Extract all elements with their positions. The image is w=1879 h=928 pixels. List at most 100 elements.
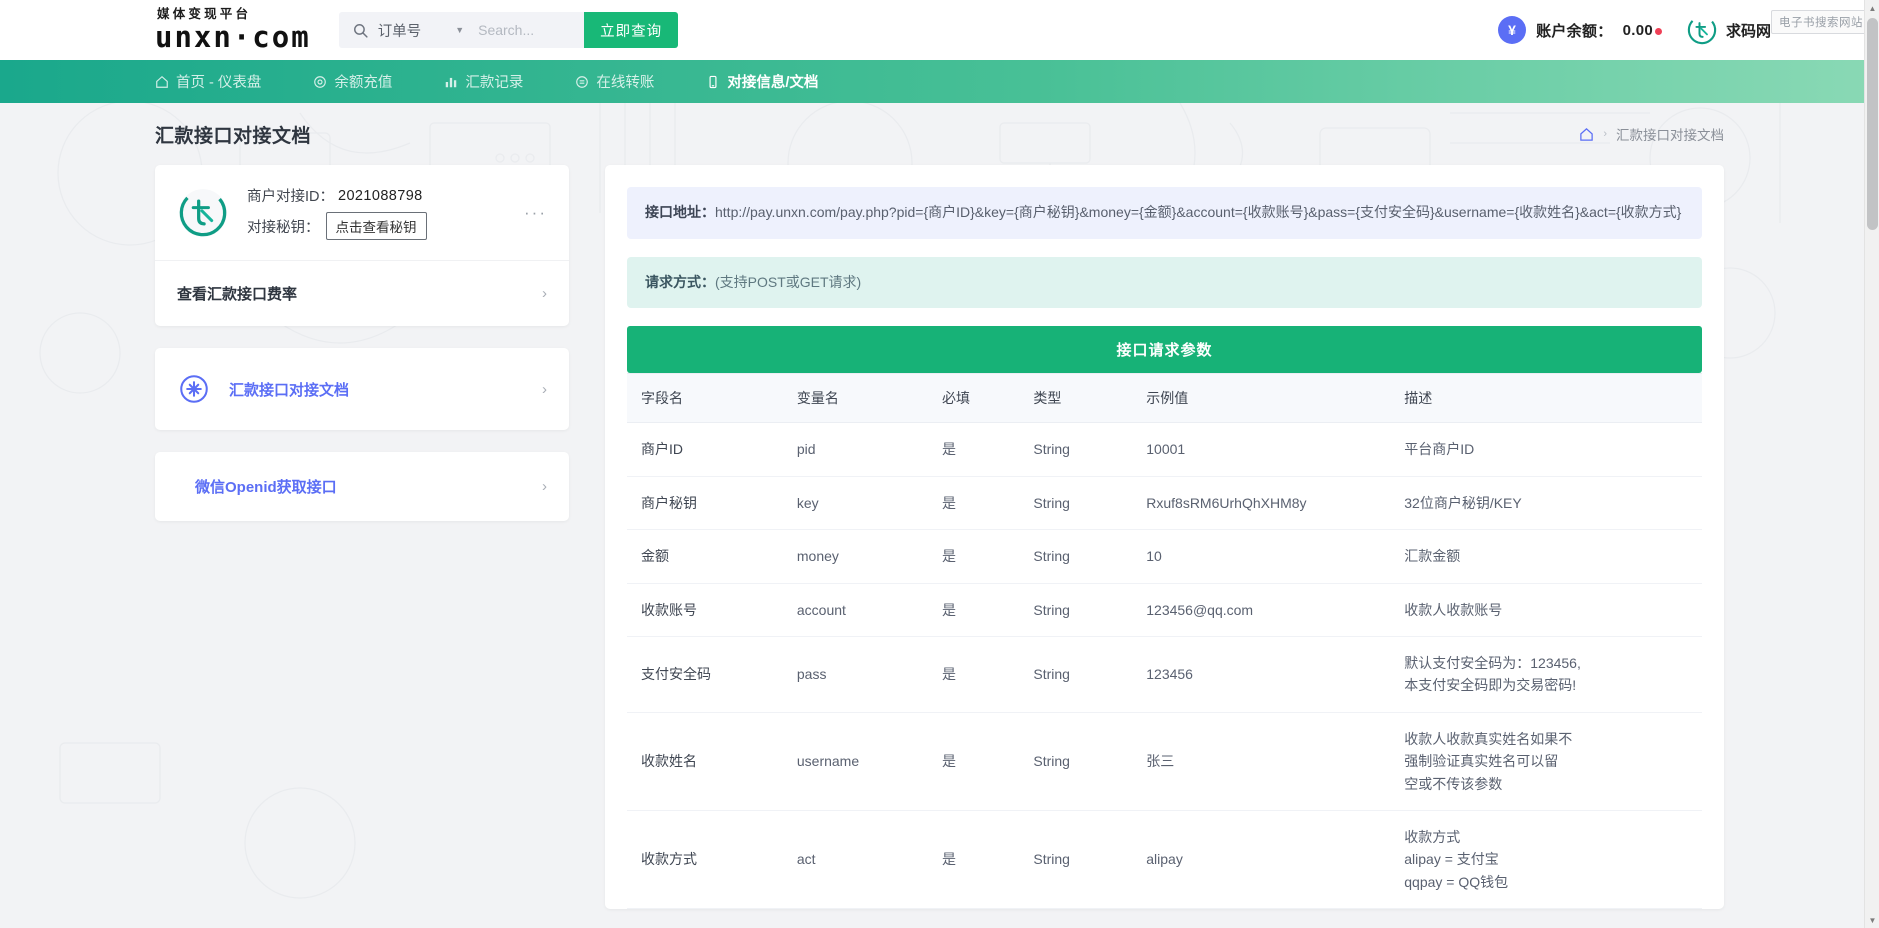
yen-icon: ¥ [1498,16,1527,44]
link-left-group: 微信Openid获取接口 [177,476,337,497]
params-table: 字段名 变量名 必填 类型 示例值 描述 商户ID pid 是 String 1… [627,373,1702,910]
api-url-value: http://pay.unxn.com/pay.php?pid={商户ID}&k… [715,204,1682,220]
link-row-openid[interactable]: 微信Openid获取接口 › [155,452,569,521]
browser-tooltip: 电子书搜索网站 [1771,10,1871,34]
cell-variable: pid [782,422,928,477]
search-type-select[interactable]: 订单号 ▼ [378,12,476,48]
search-input[interactable] [476,12,585,48]
doc-icon [706,75,720,89]
cell-example: 123456 [1132,636,1391,713]
cell-description: 汇款金额 [1390,529,1702,584]
breadcrumb-separator: › [1603,128,1607,140]
nav-item-dashboard[interactable]: 首页 - 仪表盘 [155,71,287,92]
nav-label: 首页 - 仪表盘 [176,75,262,91]
view-rate-label: 查看汇款接口费率 [177,286,298,303]
wallet-icon [313,75,327,89]
top-header: 媒体变现平台 unxn·com 订单号 ▼ 立即查询 ¥ 账户余额： 0.00 [0,0,1879,60]
nav-item-recharge[interactable]: 余额充值 [313,71,418,92]
cell-field: 支付安全码 [627,636,783,713]
page-scrollbar[interactable]: ▲ ▼ [1864,0,1879,928]
cell-description: 收款人收款真实姓名如果不 强制验证真实姓名可以留 空或不传该参数 [1390,712,1702,811]
sidebar-column: 商户对接ID： 2021088798 对接秘钥： 点击查看秘钥 ··· 查看汇款… [155,165,569,543]
table-row: 收款账号 account 是 String 123456@qq.com 收款人收… [627,583,1702,637]
cell-variable: pass [782,636,928,713]
merchant-key-label: 对接秘钥： [247,219,320,236]
api-url-box: 接口地址：http://pay.unxn.com/pay.php?pid={商户… [627,187,1702,239]
merchant-id-row: 商户对接ID： 2021088798 [247,185,524,206]
ellipsis-icon[interactable]: ··· [524,203,547,223]
cell-field: 商户ID [627,422,783,477]
header-right-group: ¥ 账户余额： 0.00 求码网 [1498,0,1771,60]
cell-example: alipay [1132,810,1391,910]
balance-value: 0.00 [1622,21,1653,39]
merchant-card: 商户对接ID： 2021088798 对接秘钥： 点击查看秘钥 ··· 查看汇款… [155,165,569,326]
table-row: 商户秘钥 key 是 String Rxuf8sRM6UrhQhXHM8y 32… [627,476,1702,531]
th-description: 描述 [1390,373,1702,424]
cell-variable: act [782,810,928,910]
chart-icon [444,75,458,89]
merchant-logo-icon [177,187,229,239]
request-method-box: 请求方式：(支持POST或GET请求) [627,256,1702,309]
site-info[interactable]: 求码网 [1687,15,1771,45]
view-key-button[interactable]: 点击查看秘钥 [325,212,427,240]
chevron-down-icon: ▼ [455,25,465,35]
openid-link-card[interactable]: 微信Openid获取接口 › [155,452,569,521]
table-body: 商户ID pid 是 String 10001 平台商户ID 商户秘钥 key [627,422,1702,910]
table-row: 金额 money 是 String 10 汇款金额 [627,529,1702,584]
cell-description: 平台商户ID [1390,422,1702,477]
notification-dot-icon [1654,28,1662,35]
view-rate-row[interactable]: 查看汇款接口费率 › [155,261,569,326]
brand-logo[interactable]: 媒体变现平台 unxn·com [155,8,311,52]
cell-description: 收款人收款账号 [1390,583,1702,637]
th-type: 类型 [1019,373,1133,424]
account-balance[interactable]: ¥ 账户余额： 0.00 [1498,16,1662,44]
cell-type: String [1019,810,1133,910]
cell-variable: account [782,583,928,637]
link-label-openid: 微信Openid获取接口 [195,479,337,496]
search-icon [339,22,378,39]
th-required: 必填 [928,373,1020,424]
doc-link-card[interactable]: 汇款接口对接文档 › [155,348,569,430]
search-submit-button[interactable]: 立即查询 [584,12,679,48]
table-row: 商户ID pid 是 String 10001 平台商户ID [627,422,1702,477]
scrollbar-thumb[interactable] [1867,18,1878,230]
brand-title: unxn·com [155,19,311,54]
link-label-doc: 汇款接口对接文档 [229,381,350,399]
page-title: 汇款接口对接文档 [155,125,312,147]
page-body: 汇款接口对接文档 › 汇款接口对接文档 商户对接ID： 2021088798 对… [0,103,1879,928]
cell-required: 是 [928,422,1020,477]
scroll-up-arrow-icon[interactable]: ▲ [1865,0,1879,16]
brand-subtitle: 媒体变现平台 [157,7,252,22]
nav-label: 余额充值 [334,75,393,91]
link-row-doc[interactable]: 汇款接口对接文档 › [155,348,569,430]
cell-required: 是 [928,712,1020,811]
cell-example: 张三 [1132,712,1391,811]
chevron-right-icon: › [542,285,547,302]
nav-item-docs[interactable]: 对接信息/文档 [706,71,844,92]
cell-variable: username [782,712,928,811]
merchant-info-block: 商户对接ID： 2021088798 对接秘钥： 点击查看秘钥 ··· [155,165,569,261]
th-field: 字段名 [627,373,783,424]
cell-type: String [1019,476,1133,531]
app-root: 媒体变现平台 unxn·com 订单号 ▼ 立即查询 ¥ 账户余额： 0.00 [0,0,1879,928]
cell-variable: key [782,476,928,531]
section-title-bar: 接口请求参数 [627,326,1702,374]
cell-type: String [1019,422,1133,477]
cell-example: 10001 [1132,422,1391,477]
merchant-id-label: 商户对接ID： [247,189,334,205]
nav-item-transfer[interactable]: 在线转账 [575,71,680,92]
table-header-row: 字段名 变量名 必填 类型 示例值 描述 [627,373,1702,424]
cell-variable: money [782,529,928,584]
th-example: 示例值 [1132,373,1391,424]
nav-item-records[interactable]: 汇款记录 [444,71,549,92]
chevron-right-icon: › [542,478,547,495]
search-bar: 订单号 ▼ 立即查询 [338,12,679,48]
transfer-icon [575,75,589,89]
link-left-group: 汇款接口对接文档 [177,372,349,406]
th-variable: 变量名 [782,373,928,424]
home-icon[interactable] [1579,127,1594,142]
scroll-down-arrow-icon[interactable]: ▼ [1865,912,1879,928]
breadcrumb: › 汇款接口对接文档 [1579,124,1724,144]
cell-type: String [1019,529,1133,584]
table-head: 字段名 变量名 必填 类型 示例值 描述 [627,373,1702,424]
